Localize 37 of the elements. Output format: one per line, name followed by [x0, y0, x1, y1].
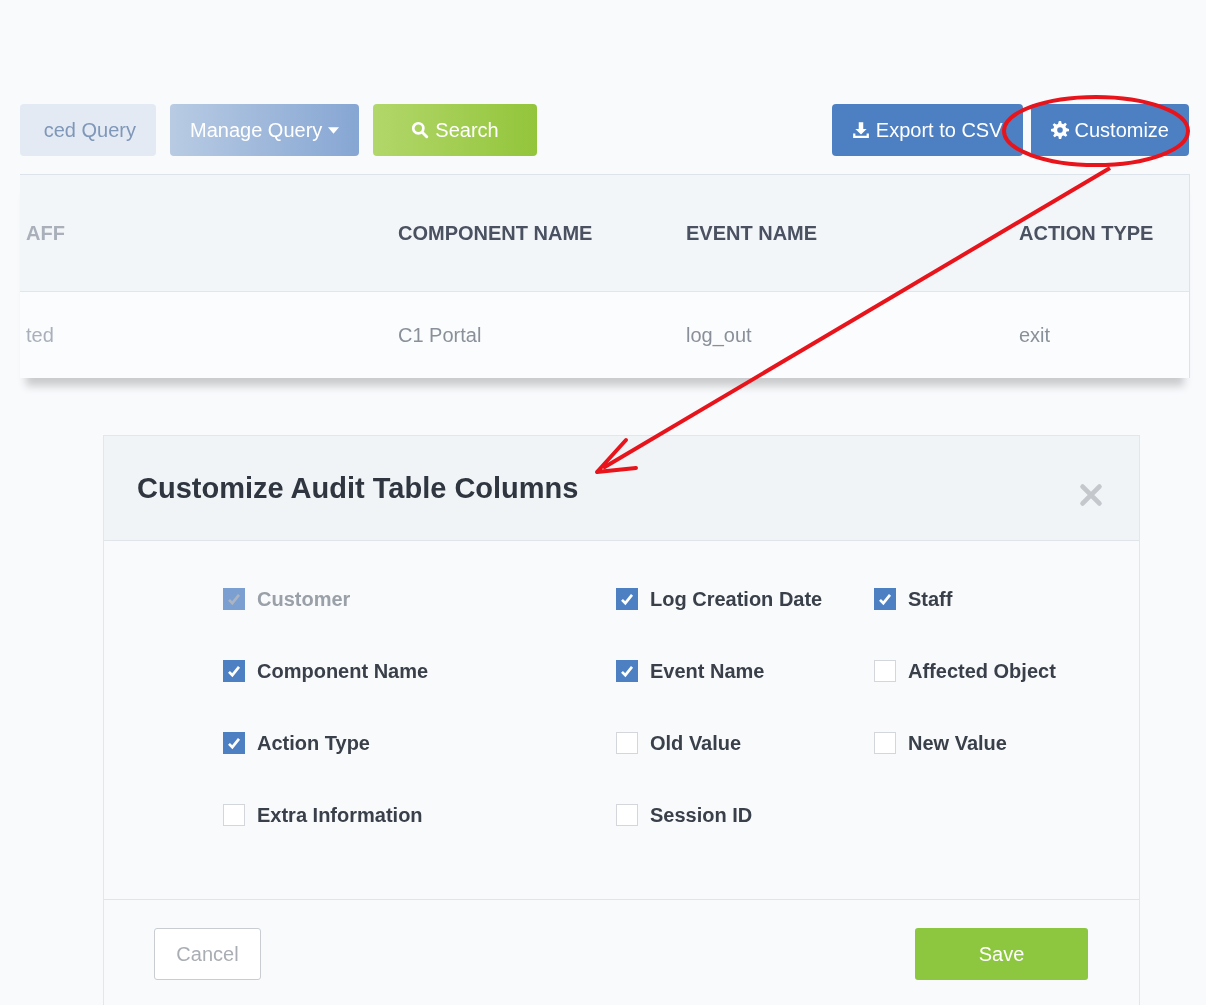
dialog-title: Customize Audit Table Columns: [137, 471, 579, 505]
table-cell-text: exit: [1019, 323, 1052, 347]
toolbar-button[interactable]: Search: [373, 104, 537, 156]
column-header: EVENT NAME: [686, 221, 819, 245]
dialog-button[interactable]: Cancel: [154, 928, 261, 980]
column-header: AFF: [25, 221, 66, 245]
toolbar-button[interactable]: ced Query: [20, 104, 156, 156]
option-label: Component Name: [257, 659, 429, 683]
checkbox[interactable]: [616, 588, 638, 610]
checkbox[interactable]: [874, 588, 896, 610]
close-icon[interactable]: [1079, 483, 1103, 507]
toolbar-button[interactable]: Customize: [1030, 104, 1189, 156]
checkbox[interactable]: [616, 660, 638, 682]
table-cell-text: ted: [25, 323, 55, 347]
option-label: Action Type: [257, 731, 370, 755]
option-label: Extra Information: [257, 803, 423, 827]
download-icon: [851, 121, 870, 139]
settings-icon: [1050, 121, 1069, 139]
option-label: Log Creation Date: [650, 587, 823, 611]
checkbox[interactable]: [223, 660, 245, 682]
search-icon: [411, 121, 430, 139]
toolbar-button[interactable]: Manage Query: [170, 104, 360, 156]
option-label: Affected Object: [908, 659, 1056, 683]
option-label: New Value: [908, 731, 1007, 755]
toolbar-button[interactable]: Export to CSV: [831, 104, 1023, 156]
option-label: Old Value: [650, 731, 742, 755]
option-label: Event Name: [650, 659, 765, 683]
option-label: Customer: [257, 587, 351, 611]
table-cell-text: C1 Portal: [398, 323, 483, 347]
column-header: ACTION TYPE: [1019, 221, 1155, 245]
option-label: Staff: [908, 587, 953, 611]
column-header: COMPONENT NAME: [398, 221, 594, 245]
dialog-button[interactable]: Save: [915, 928, 1088, 980]
caret-icon: [328, 126, 340, 134]
checkbox[interactable]: [223, 732, 245, 754]
table-cell-text: log_out: [686, 323, 753, 347]
option-label: Session ID: [650, 803, 753, 827]
